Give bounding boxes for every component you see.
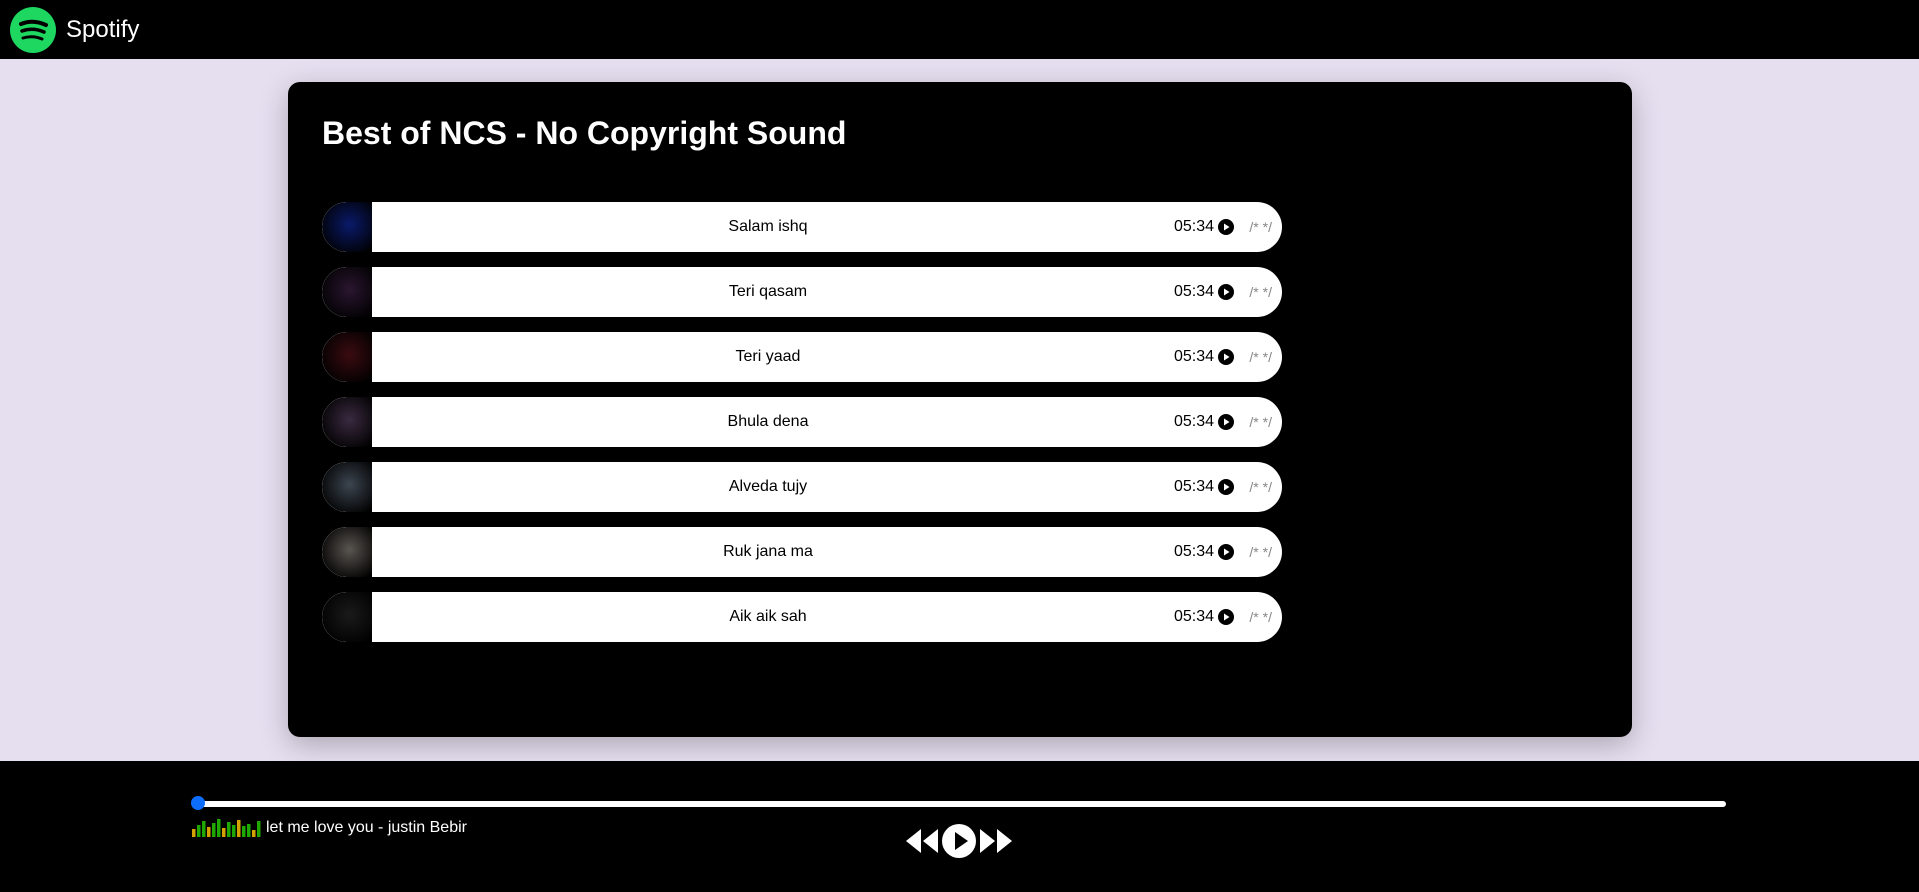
previous-icon[interactable] bbox=[905, 828, 939, 854]
song-item[interactable]: Teri qasam 05:34 /* */ bbox=[322, 267, 1282, 317]
navbar: Spotify bbox=[0, 0, 1919, 59]
now-playing-title: let me love you - justin Bebir bbox=[266, 819, 467, 836]
player-bar: let me love you - justin Bebir bbox=[0, 761, 1919, 892]
song-item[interactable]: Alveda tujy 05:34 /* */ bbox=[322, 462, 1282, 512]
song-item[interactable]: Aik aik sah 05:34 /* */ bbox=[322, 592, 1282, 642]
song-cover-image bbox=[322, 397, 372, 447]
song-duration-text: 05:34 bbox=[1173, 608, 1214, 625]
song-cover-image bbox=[322, 592, 372, 642]
next-icon[interactable] bbox=[979, 828, 1013, 854]
playlist-container: Best of NCS - No Copyright Sound Salam i… bbox=[288, 82, 1632, 737]
song-play-icon[interactable] bbox=[1218, 284, 1234, 300]
song-play-icon[interactable] bbox=[1218, 219, 1234, 235]
song-duration-text: 05:34 bbox=[1173, 543, 1214, 560]
song-item[interactable]: Teri yaad 05:34 /* */ bbox=[322, 332, 1282, 382]
song-play-icon[interactable] bbox=[1218, 544, 1234, 560]
song-duration: 05:34 bbox=[1174, 202, 1234, 252]
song-duration: 05:34 bbox=[1174, 527, 1234, 577]
song-comment: /* */ bbox=[1249, 479, 1272, 495]
song-name: Bhula dena bbox=[727, 413, 809, 430]
song-comment: /* */ bbox=[1249, 219, 1272, 235]
song-play-icon[interactable] bbox=[1218, 349, 1234, 365]
song-duration-text: 05:34 bbox=[1173, 478, 1214, 495]
song-duration: 05:34 bbox=[1174, 397, 1234, 447]
song-name: Ruk jana ma bbox=[723, 543, 813, 560]
song-comment: /* */ bbox=[1249, 284, 1272, 300]
song-play-icon[interactable] bbox=[1218, 479, 1234, 495]
song-play-icon[interactable] bbox=[1218, 609, 1234, 625]
song-duration: 05:34 bbox=[1174, 462, 1234, 512]
song-item[interactable]: Bhula dena 05:34 /* */ bbox=[322, 397, 1282, 447]
song-comment: /* */ bbox=[1249, 609, 1272, 625]
song-name: Alveda tujy bbox=[728, 478, 808, 495]
song-item[interactable]: Ruk jana ma 05:34 /* */ bbox=[322, 527, 1282, 577]
spotify-logo-icon[interactable] bbox=[10, 6, 56, 53]
song-name: Salam ishq bbox=[728, 218, 808, 235]
brand-name[interactable]: Spotify bbox=[66, 16, 139, 44]
song-cover-image bbox=[322, 462, 372, 512]
song-comment: /* */ bbox=[1249, 544, 1272, 560]
song-comment: /* */ bbox=[1249, 349, 1272, 365]
song-duration-text: 05:34 bbox=[1173, 413, 1214, 430]
song-cover-image bbox=[322, 332, 372, 382]
song-list: Salam ishq 05:34 /* */ Teri qasam 05:34 /* */… bbox=[322, 202, 1282, 657]
song-duration: 05:34 bbox=[1174, 592, 1234, 642]
song-duration: 05:34 bbox=[1174, 267, 1234, 317]
equalizer-icon bbox=[192, 819, 261, 837]
song-cover-image bbox=[322, 202, 372, 252]
play-icon[interactable] bbox=[941, 823, 977, 859]
song-duration-text: 05:34 bbox=[1173, 218, 1214, 235]
song-duration-text: 05:34 bbox=[1173, 283, 1214, 300]
song-name: Teri qasam bbox=[728, 283, 808, 300]
song-item[interactable]: Salam ishq 05:34 /* */ bbox=[322, 202, 1282, 252]
song-duration: 05:34 bbox=[1174, 332, 1234, 382]
main-area: Best of NCS - No Copyright Sound Salam i… bbox=[0, 59, 1919, 761]
song-cover-image bbox=[322, 267, 372, 317]
playlist-title: Best of NCS - No Copyright Sound bbox=[322, 115, 847, 151]
song-play-icon[interactable] bbox=[1218, 414, 1234, 430]
player-controls bbox=[905, 822, 1013, 860]
progress-thumb[interactable] bbox=[191, 796, 205, 810]
song-comment: /* */ bbox=[1249, 414, 1272, 430]
progress-bar[interactable] bbox=[191, 796, 1726, 810]
song-duration-text: 05:34 bbox=[1173, 348, 1214, 365]
song-name: Aik aik sah bbox=[729, 608, 807, 625]
song-cover-image bbox=[322, 527, 372, 577]
song-name: Teri yaad bbox=[735, 348, 801, 365]
